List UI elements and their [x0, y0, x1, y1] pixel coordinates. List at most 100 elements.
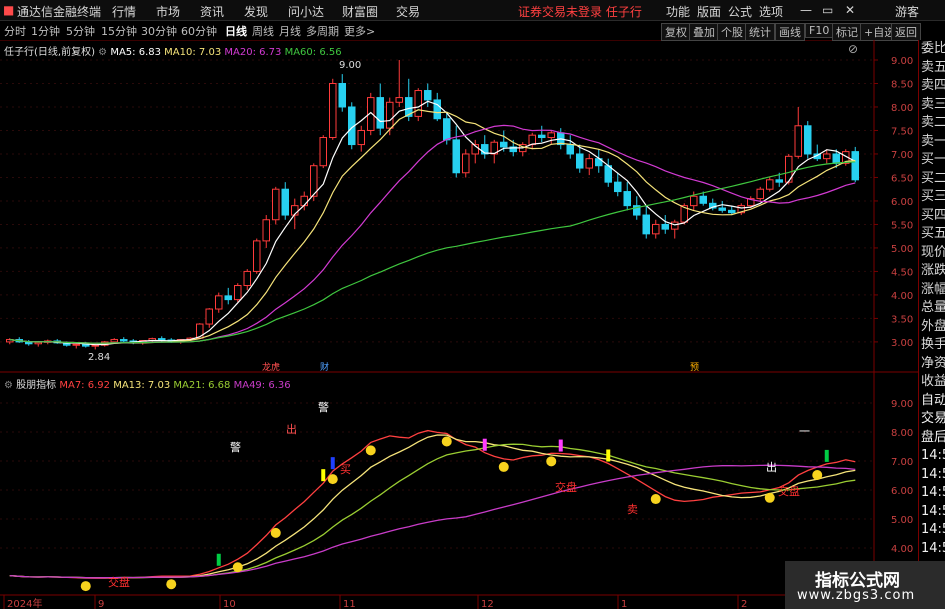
side-panel-item[interactable]: 卖二	[919, 114, 945, 133]
trade-label: 交盘	[778, 484, 800, 498]
tab-1min[interactable]: 1分钟	[31, 23, 60, 39]
side-panel-item[interactable]: 委比	[919, 40, 945, 59]
side-panel-item[interactable]: 买二	[919, 170, 945, 189]
login-notice[interactable]: 证券交易未登录 任子行	[518, 3, 642, 20]
menu-item-wealth[interactable]: 财富圈	[342, 3, 378, 20]
indicator-tick-label: 5.00	[891, 515, 913, 526]
menu-item-market[interactable]: 行情	[112, 3, 136, 20]
quote-side-panel: 委比 卖五 卖四 卖三 卖二 卖一 买一 买二 买三 买四 买五 现价 涨跌 涨幅 总量 外盘 换手 净资 收益 自动…	[918, 40, 945, 609]
tab-timeshare[interactable]: 分时	[4, 23, 26, 39]
signal-bar	[824, 449, 829, 462]
side-panel-item[interactable]: 卖四	[919, 77, 945, 96]
side-panel-item[interactable]: 外盘	[919, 318, 945, 337]
side-panel-item[interactable]: 交易	[919, 410, 945, 429]
stats-button[interactable]: 统计	[745, 23, 775, 41]
side-panel-item[interactable]: 卖一	[919, 133, 945, 152]
candle-body	[661, 223, 669, 230]
tag-finance[interactable]: 财	[320, 361, 329, 373]
menu-item-trade[interactable]: 交易	[396, 3, 420, 20]
tag-forecast[interactable]: 预	[690, 362, 699, 373]
candle-body	[671, 221, 679, 230]
tab-multi-period[interactable]: 多周期	[306, 23, 339, 39]
side-panel-item[interactable]: 买四	[919, 207, 945, 226]
menu-item-formula[interactable]: 公式	[728, 3, 752, 20]
tab-weekly[interactable]: 周线	[252, 23, 274, 39]
app-logo-icon: ■	[3, 3, 15, 17]
ma7-label: MA7: 6.92	[59, 380, 110, 391]
pin-icon[interactable]: ⊘	[848, 42, 858, 56]
back-button[interactable]: 返回	[891, 23, 921, 41]
maximize-icon[interactable]: ▭	[822, 3, 833, 17]
settings-icon[interactable]: ⚙	[98, 47, 107, 58]
candle-body	[794, 125, 802, 157]
candle-body	[433, 99, 441, 120]
price-tick-label: 6.00	[891, 197, 913, 208]
candle-body	[357, 129, 365, 146]
side-panel-item[interactable]: 14:56	[919, 503, 945, 522]
candle-body	[547, 132, 555, 139]
candle-body	[215, 295, 223, 310]
tab-daily[interactable]: 日线	[225, 23, 247, 39]
signal-markers: 警警出出交盘交盘 交盘卖买一	[80, 400, 829, 592]
side-panel-item[interactable]: 现价	[919, 244, 945, 263]
side-panel-item[interactable]: 14:56	[919, 447, 945, 466]
side-panel-item[interactable]: 14:56	[919, 484, 945, 503]
ma21-label: MA21: 6.68	[173, 380, 231, 391]
restore-rights-button[interactable]: 复权	[661, 23, 691, 41]
f10-button[interactable]: F10	[805, 23, 834, 38]
price-tick-label: 6.50	[891, 173, 913, 184]
side-panel-item[interactable]: 净资	[919, 355, 945, 374]
tag-dragon-tiger[interactable]: 龙虎	[262, 361, 280, 373]
side-panel-item[interactable]: 总量	[919, 299, 945, 318]
menu-item-exchange[interactable]: 市场	[156, 3, 180, 20]
side-panel-item[interactable]: 买一	[919, 151, 945, 170]
menu-item-discover[interactable]: 发现	[244, 3, 268, 20]
draw-line-button[interactable]: 画线	[775, 23, 805, 41]
menu-item-function[interactable]: 功能	[666, 3, 690, 20]
date-axis: 2024年 9 10 11 12 1 2	[0, 594, 874, 609]
tab-5min[interactable]: 5分钟	[66, 23, 95, 39]
date-label: 10	[223, 599, 236, 609]
side-panel-item[interactable]: 卖三	[919, 96, 945, 115]
tab-more[interactable]: 更多>	[344, 23, 375, 39]
candlestick-chart[interactable]: 9.00 8.50 8.00 7.50 7.00 6.50 6.00 5.50 5.00 4.50…	[0, 40, 918, 373]
menu-item-options[interactable]: 选项	[759, 3, 783, 20]
side-panel-item[interactable]: 涨幅	[919, 281, 945, 300]
indicator-chart[interactable]: 警警出出交盘交盘 交盘卖买一 9.008.007.006.005.004.00 2…	[0, 373, 918, 609]
stock-button[interactable]: 个股	[717, 23, 747, 41]
date-label: 1	[621, 599, 627, 609]
side-panel-item[interactable]: 14:56	[919, 521, 945, 540]
side-panel-item[interactable]: 换手	[919, 336, 945, 355]
side-panel-item[interactable]: 盘后	[919, 429, 945, 448]
side-panel-item[interactable]: 卖五	[919, 59, 945, 78]
side-panel-item[interactable]: 收益	[919, 373, 945, 392]
candle-body	[319, 137, 327, 167]
minimize-icon[interactable]: —	[800, 3, 812, 17]
mark-button[interactable]: 标记	[832, 23, 862, 41]
tab-60min[interactable]: 60分钟	[181, 23, 217, 39]
menu-item-ask[interactable]: 问小达	[288, 3, 324, 20]
tab-monthly[interactable]: 月线	[279, 23, 301, 39]
one-label: 一	[799, 425, 810, 438]
candle-body	[528, 134, 536, 146]
ma7-line	[9, 429, 856, 579]
trade-label: 交盘	[108, 575, 130, 589]
menu-item-news[interactable]: 资讯	[200, 3, 224, 20]
date-label: 2	[741, 599, 747, 609]
tab-30min[interactable]: 30分钟	[141, 23, 177, 39]
side-panel-item[interactable]: 自动	[919, 392, 945, 411]
side-panel-item[interactable]: 买五	[919, 225, 945, 244]
close-icon[interactable]: ✕	[845, 3, 855, 17]
side-panel-item[interactable]: 涨跌	[919, 262, 945, 281]
tab-15min[interactable]: 15分钟	[101, 23, 137, 39]
candle-body	[443, 118, 451, 141]
side-panel-item[interactable]: 14:56	[919, 466, 945, 485]
menu-item-layout[interactable]: 版面	[697, 3, 721, 20]
side-panel-item[interactable]: 14:56	[919, 540, 945, 559]
overlay-button[interactable]: 叠加	[689, 23, 719, 41]
smiley-icon	[327, 474, 338, 485]
price-tick-label: 7.00	[891, 150, 913, 161]
settings-icon[interactable]: ⚙	[4, 380, 13, 391]
user-label[interactable]: 游客	[895, 3, 919, 20]
side-panel-item[interactable]: 买三	[919, 188, 945, 207]
